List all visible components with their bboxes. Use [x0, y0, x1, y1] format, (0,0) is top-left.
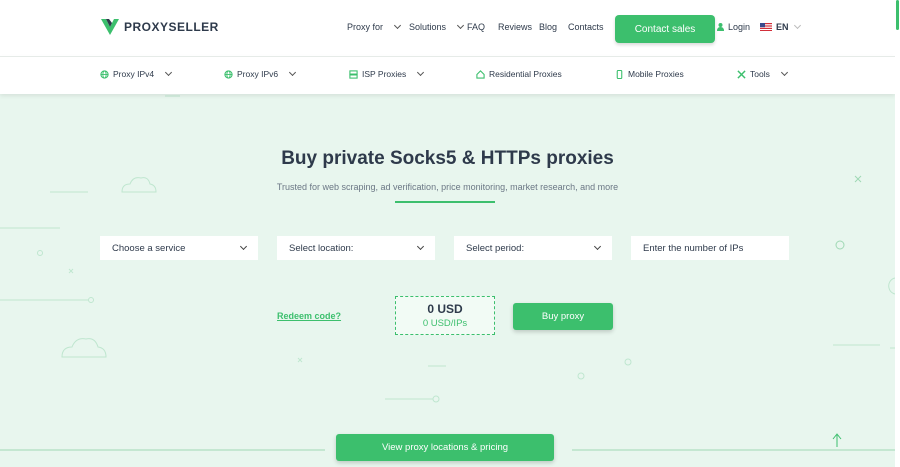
subnav-tools[interactable]: Tools	[737, 68, 788, 79]
subnav-isp-label: ISP Proxies	[362, 69, 407, 79]
user-icon	[717, 23, 724, 31]
nav-faq[interactable]: FAQ	[467, 22, 485, 32]
globe-icon	[100, 69, 109, 79]
phone-icon	[616, 69, 623, 79]
subnav-tools-label: Tools	[750, 69, 770, 79]
nav-reviews[interactable]: Reviews	[498, 22, 532, 32]
tools-icon	[737, 69, 746, 79]
period-select[interactable]: Select period:	[454, 236, 612, 260]
contact-sales-button[interactable]: Contact sales	[615, 15, 715, 43]
chevron-down-icon	[593, 242, 602, 251]
scrollbar[interactable]	[895, 0, 900, 467]
page-subtitle: Trusted for web scraping, ad verificatio…	[276, 182, 619, 192]
location-select-value: Select location:	[289, 242, 354, 254]
nav-solutions-label: Solutions	[409, 22, 447, 32]
buy-proxy-button[interactable]: Buy proxy	[513, 303, 613, 330]
chevron-down-icon	[239, 242, 248, 251]
nav-faq-label: FAQ	[467, 22, 486, 32]
redeem-code-link[interactable]: Redeem code?	[277, 311, 341, 321]
nav-reviews-label: Reviews	[498, 22, 533, 32]
logo[interactable]: PROXYSELLER	[100, 17, 219, 37]
period-select-value: Select period:	[466, 242, 525, 254]
subnav-proxy-ipv4[interactable]: Proxy IPv4	[100, 68, 173, 79]
chevron-down-icon	[456, 21, 465, 30]
language-label: EN	[776, 22, 789, 32]
nav-blog[interactable]: Blog	[539, 22, 557, 32]
chevron-down-icon	[165, 68, 173, 77]
subnav-proxy-ipv6[interactable]: Proxy IPv6	[224, 68, 297, 79]
nav-contacts[interactable]: Contacts	[568, 22, 604, 32]
chevron-down-icon	[289, 68, 297, 77]
login-label: Login	[728, 22, 751, 32]
home-icon	[476, 69, 485, 79]
subnav-mobile-label: Mobile Proxies	[628, 69, 684, 79]
logo-icon	[101, 19, 119, 35]
subnav-ipv6-label: Proxy IPv6	[237, 69, 279, 79]
login-link[interactable]: Login	[717, 22, 750, 32]
page-title: Buy private Socks5 & HTTPs proxies	[281, 148, 614, 169]
nav-solutions[interactable]: Solutions	[409, 21, 465, 32]
nav-proxy-for[interactable]: Proxy for	[347, 21, 402, 32]
chevron-down-icon	[393, 21, 402, 30]
subnav-residential-label: Residential Proxies	[489, 69, 562, 79]
subnav-residential-proxies[interactable]: Residential Proxies	[476, 69, 562, 79]
globe-icon	[224, 69, 233, 79]
nav-contacts-label: Contacts	[568, 22, 604, 32]
view-locations-button[interactable]: View proxy locations & pricing	[336, 434, 554, 461]
total-price: 0 USD	[427, 302, 463, 316]
price-summary: 0 USD 0 USD/IPs	[395, 296, 495, 335]
service-select[interactable]: Choose a service	[100, 236, 258, 260]
scrollbar-thumb[interactable]	[896, 0, 899, 30]
location-select[interactable]: Select location:	[277, 236, 435, 260]
subnav-ipv4-label: Proxy IPv4	[113, 69, 155, 79]
nav-blog-label: Blog	[539, 22, 558, 32]
service-select-value: Choose a service	[112, 242, 186, 254]
title-underline	[395, 201, 495, 203]
server-icon	[349, 69, 358, 79]
subnav-mobile-proxies[interactable]: Mobile Proxies	[615, 69, 684, 79]
subnav-isp-proxies[interactable]: ISP Proxies	[349, 68, 425, 79]
price-per-ip: 0 USD/IPs	[422, 318, 468, 329]
language-selector[interactable]: EN	[760, 21, 801, 32]
chevron-down-icon	[780, 68, 788, 77]
ip-count-input[interactable]: Enter the number of IPs	[631, 236, 789, 260]
nav-proxy-for-label: Proxy for	[347, 22, 384, 32]
chevron-down-icon	[417, 68, 425, 77]
ip-count-placeholder: Enter the number of IPs	[643, 242, 744, 254]
chevron-down-icon	[793, 21, 801, 30]
us-flag-icon	[760, 23, 772, 31]
chevron-down-icon	[416, 242, 425, 251]
logo-text: PROXYSELLER	[124, 20, 219, 34]
